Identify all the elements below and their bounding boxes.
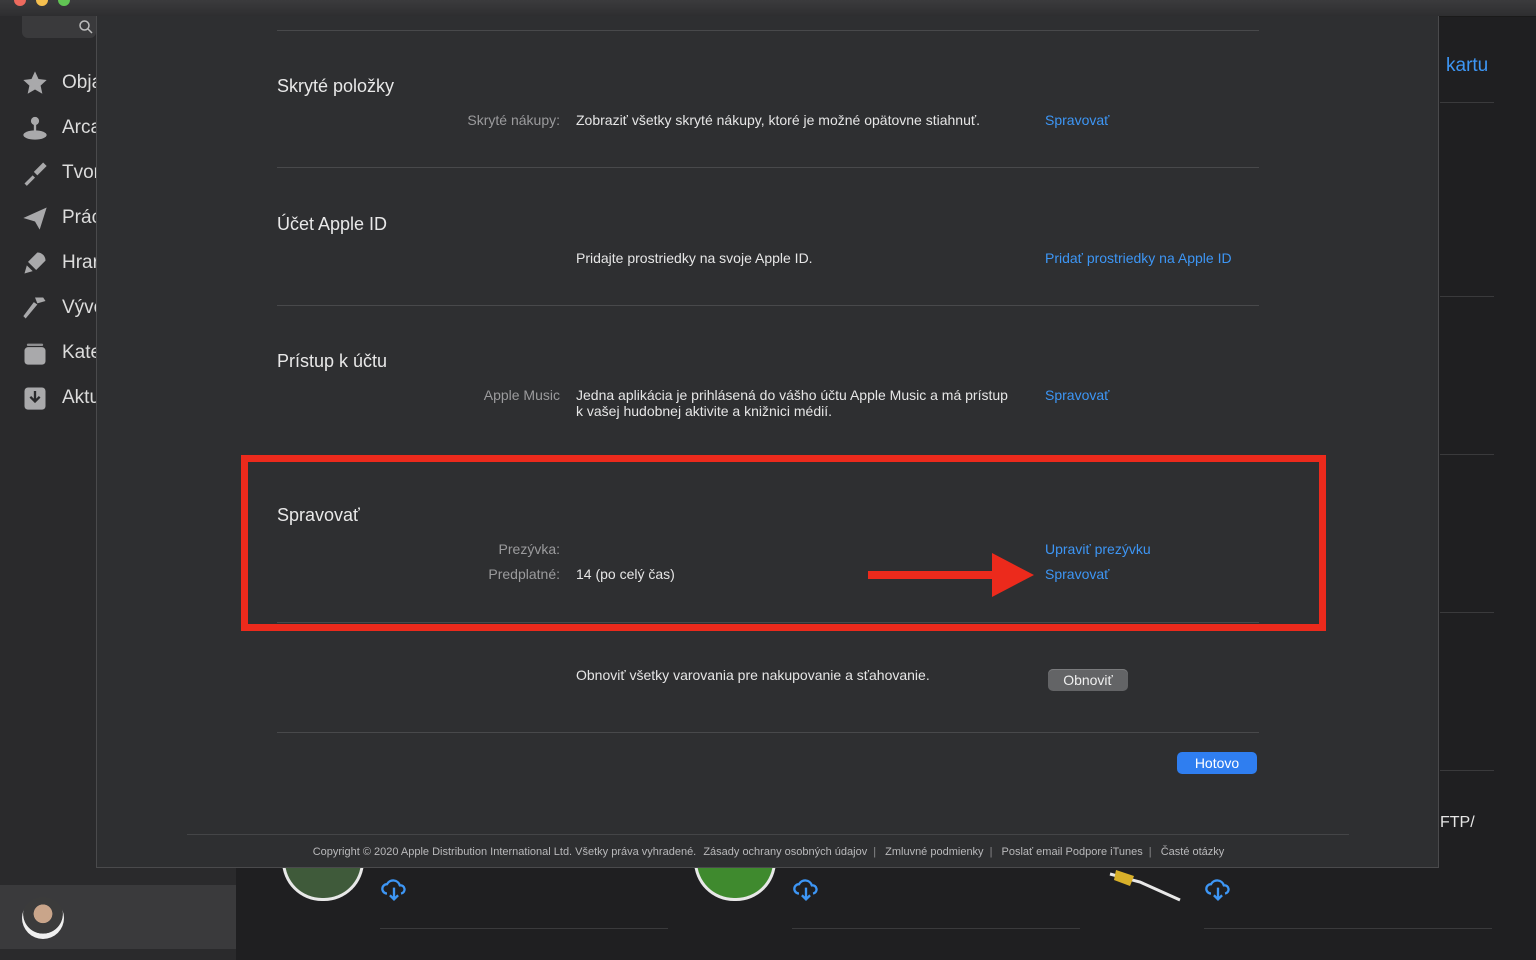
reset-warnings-button[interactable]: Obnoviť: [1048, 669, 1128, 691]
manage-apple-music-access-link[interactable]: Spravovať: [1045, 387, 1109, 403]
cloud-download-icon[interactable]: [792, 876, 820, 909]
search-input[interactable]: [22, 16, 96, 38]
app-icon[interactable]: [1108, 866, 1188, 902]
sidebar-item-label: Hrar: [62, 252, 99, 273]
sidebar-item-updates[interactable]: Aktu: [20, 383, 100, 413]
divider: [1440, 102, 1494, 103]
sidebar-item-arcade[interactable]: Arca: [20, 113, 101, 143]
section-title-account-access: Prístup k účtu: [277, 351, 388, 371]
section-title-apple-id: Účet Apple ID: [277, 214, 388, 234]
divider: [1440, 612, 1494, 613]
close-window-button[interactable]: [14, 0, 26, 6]
divider: [1440, 454, 1494, 455]
footer-separator: |: [989, 846, 993, 858]
add-funds-link[interactable]: Pridať prostriedky na Apple ID: [1045, 250, 1232, 266]
sidebar-item-discover[interactable]: Obja: [20, 68, 102, 98]
category-stack-icon: [20, 338, 50, 368]
star-icon: [20, 68, 50, 98]
sidebar-item-develop[interactable]: Vývo: [20, 293, 104, 323]
apple-music-label: Apple Music: [483, 387, 560, 403]
joystick-icon: [20, 113, 50, 143]
minimize-window-button[interactable]: [36, 0, 48, 6]
footer-link-terms[interactable]: Zmluvné podmienky: [885, 846, 983, 858]
footer-separator: |: [1148, 846, 1152, 858]
download-tray-icon: [20, 383, 50, 413]
divider: [792, 928, 1080, 929]
window-titlebar: [0, 0, 1536, 17]
rocket-icon: [20, 248, 50, 278]
footer-separator: |: [873, 846, 877, 858]
highlight-box: [241, 455, 1326, 631]
footer-link-email-support[interactable]: Poslať email Podpore iTunes: [1001, 846, 1142, 858]
hammer-icon: [20, 293, 50, 323]
cloud-download-icon[interactable]: [380, 876, 408, 909]
sidebar-item-work[interactable]: Prác: [20, 203, 101, 233]
add-card-link[interactable]: kartu: [1446, 55, 1488, 77]
avatar[interactable]: [22, 897, 64, 939]
reset-warnings-description: Obnoviť všetky varovania pre nakupovanie…: [576, 667, 930, 683]
copyright-text: Copyright © 2020 Apple Distribution Inte…: [312, 846, 697, 858]
divider: [380, 928, 668, 929]
footer-link-faq[interactable]: Časté otázky: [1161, 846, 1225, 858]
sidebar-item-play[interactable]: Hrar: [20, 248, 99, 278]
search-icon: [79, 20, 93, 34]
divider: [1440, 770, 1494, 771]
sidebar-item-categories[interactable]: Kate: [20, 338, 101, 368]
divider: [277, 305, 1259, 306]
paper-plane-icon: [20, 203, 50, 233]
footer: Copyright © 2020 Apple Distribution Inte…: [97, 846, 1440, 858]
divider: [277, 732, 1259, 733]
section-title-hidden-items: Skryté položky: [277, 76, 395, 96]
arrow-right-icon: [868, 553, 1034, 597]
cloud-download-icon[interactable]: [1204, 876, 1232, 909]
account-settings-sheet: Skryté položky Skryté nákupy: Zobraziť v…: [96, 16, 1439, 868]
brush-icon: [20, 158, 50, 188]
sidebar-item-label: Aktu: [62, 387, 101, 408]
sidebar-item-create[interactable]: Tvor: [20, 158, 100, 188]
manage-hidden-purchases-link[interactable]: Spravovať: [1045, 112, 1109, 128]
background-text: FTP/: [1440, 814, 1475, 831]
divider: [277, 167, 1259, 168]
divider: [1204, 928, 1492, 929]
sidebar-item-label: Tvor: [62, 162, 100, 183]
zoom-window-button[interactable]: [58, 0, 70, 6]
divider: [1440, 296, 1494, 297]
divider: [187, 834, 1349, 835]
apple-music-description: Jedna aplikácia je prihlásená do vášho ú…: [576, 387, 1008, 419]
footer-link-privacy[interactable]: Zásady ochrany osobných údajov: [703, 846, 867, 858]
hidden-purchases-description: Zobraziť všetky skryté nákupy, ktoré je …: [576, 112, 980, 128]
hidden-purchases-label: Skryté nákupy:: [467, 112, 560, 128]
divider: [277, 30, 1259, 31]
done-button[interactable]: Hotovo: [1177, 752, 1257, 774]
apple-id-description: Pridajte prostriedky na svoje Apple ID.: [576, 250, 813, 266]
account-bar[interactable]: [0, 885, 236, 949]
